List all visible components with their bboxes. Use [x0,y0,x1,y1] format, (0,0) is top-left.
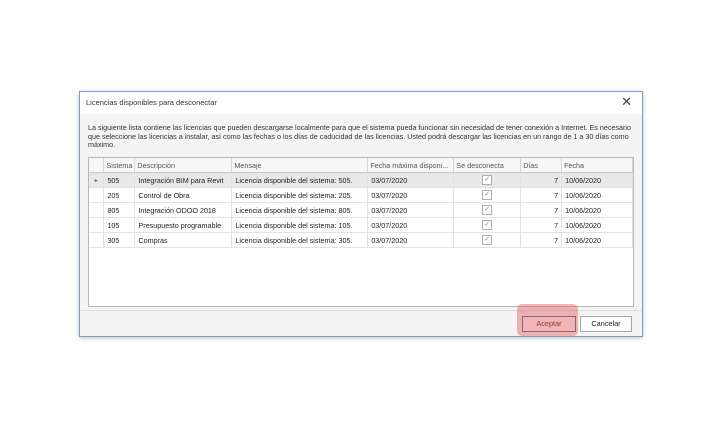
cell-fecha[interactable]: 10/06/2020 [561,202,633,218]
close-icon[interactable]: ✕ [621,95,632,109]
checkbox-se-desconecta[interactable]: ✓ [482,190,493,201]
table-row[interactable]: ▸ 505 Integración BIM para Revit Licenci… [89,172,633,188]
cell-fecha[interactable]: 10/06/2020 [561,187,633,203]
cell-sistema[interactable]: 305 [103,232,136,248]
column-header-sistema[interactable]: Sistema [103,158,136,173]
cell-dias[interactable]: 7 [520,202,563,218]
cell-se-desconecta[interactable]: ✓ [453,232,522,248]
cell-fecha-maxima[interactable]: 03/07/2020 [367,202,455,218]
cell-fecha-maxima[interactable]: 03/07/2020 [367,217,455,233]
cell-sistema[interactable]: 105 [103,217,136,233]
table-row[interactable]: 805 Integración ODOO 2018 Licencia dispo… [89,202,633,218]
column-header-mensaje[interactable]: Mensaje [231,158,369,173]
cell-sistema[interactable]: 205 [103,187,136,203]
column-header-fecha-maxima[interactable]: Fecha máxima disponi... [367,158,455,173]
checkbox-se-desconecta[interactable]: ✓ [482,175,493,186]
table-row[interactable]: 205 Control de Obra Licencia disponible … [89,187,633,203]
cell-dias[interactable]: 7 [520,172,563,188]
cell-fecha[interactable]: 10/06/2020 [561,232,633,248]
dialog-description: La siguiente lista contiene las licencia… [88,123,632,150]
licenses-table: Sistema Descripción Mensaje Fecha máxima… [89,158,633,248]
cell-mensaje[interactable]: Licencia disponible del sistema: 505. [231,172,369,188]
cell-mensaje[interactable]: Licencia disponible del sistema: 105. [231,217,369,233]
checkbox-se-desconecta[interactable]: ✓ [482,235,493,246]
cell-se-desconecta[interactable]: ✓ [453,217,522,233]
licenses-dialog: Licencias disponibles para desconectar ✕… [79,91,643,337]
cell-sistema[interactable]: 505 [103,172,136,188]
column-header-se-desconecta[interactable]: Se desconecta [453,158,522,173]
cell-descripcion[interactable]: Presupuesto programable [134,217,233,233]
cell-dias[interactable]: 7 [520,232,563,248]
cell-fecha[interactable]: 10/06/2020 [561,172,633,188]
column-header-fecha[interactable]: Fecha [561,158,633,173]
dialog-titlebar: Licencias disponibles para desconectar ✕ [80,92,642,114]
cell-descripcion[interactable]: Control de Obra [134,187,233,203]
dialog-title: Licencias disponibles para desconectar [86,98,217,107]
row-indicator-header [89,158,105,173]
table-row[interactable]: 305 Compras Licencia disponible del sist… [89,232,633,248]
cell-mensaje[interactable]: Licencia disponible del sistema: 805. [231,202,369,218]
checkbox-se-desconecta[interactable]: ✓ [482,205,493,216]
row-indicator-cell [89,202,105,218]
row-indicator-cell [89,232,105,248]
cell-descripcion[interactable]: Compras [134,232,233,248]
cell-dias[interactable]: 7 [520,187,563,203]
table-row[interactable]: 105 Presupuesto programable Licencia dis… [89,217,633,233]
cell-fecha[interactable]: 10/06/2020 [561,217,633,233]
cell-mensaje[interactable]: Licencia disponible del sistema: 305. [231,232,369,248]
cell-mensaje[interactable]: Licencia disponible del sistema: 205. [231,187,369,203]
cell-dias[interactable]: 7 [520,217,563,233]
cell-sistema[interactable]: 805 [103,202,136,218]
cell-se-desconecta[interactable]: ✓ [453,202,522,218]
cell-fecha-maxima[interactable]: 03/07/2020 [367,187,455,203]
table-header-row: Sistema Descripción Mensaje Fecha máxima… [89,158,633,173]
row-indicator-cell [89,217,105,233]
cell-fecha-maxima[interactable]: 03/07/2020 [367,172,455,188]
checkbox-se-desconecta[interactable]: ✓ [482,220,493,231]
cell-se-desconecta[interactable]: ✓ [453,187,522,203]
column-header-dias[interactable]: Días [520,158,563,173]
cell-descripcion[interactable]: Integración BIM para Revit [134,172,233,188]
licenses-grid[interactable]: Sistema Descripción Mensaje Fecha máxima… [88,157,634,307]
cell-se-desconecta[interactable]: ✓ [453,172,522,188]
cell-fecha-maxima[interactable]: 03/07/2020 [367,232,455,248]
row-indicator-icon: ▸ [89,172,105,188]
cell-descripcion[interactable]: Integración ODOO 2018 [134,202,233,218]
cancel-button[interactable]: Cancelar [580,316,632,332]
accept-button-highlight [517,304,578,336]
row-indicator-cell [89,187,105,203]
column-header-descripcion[interactable]: Descripción [134,158,233,173]
